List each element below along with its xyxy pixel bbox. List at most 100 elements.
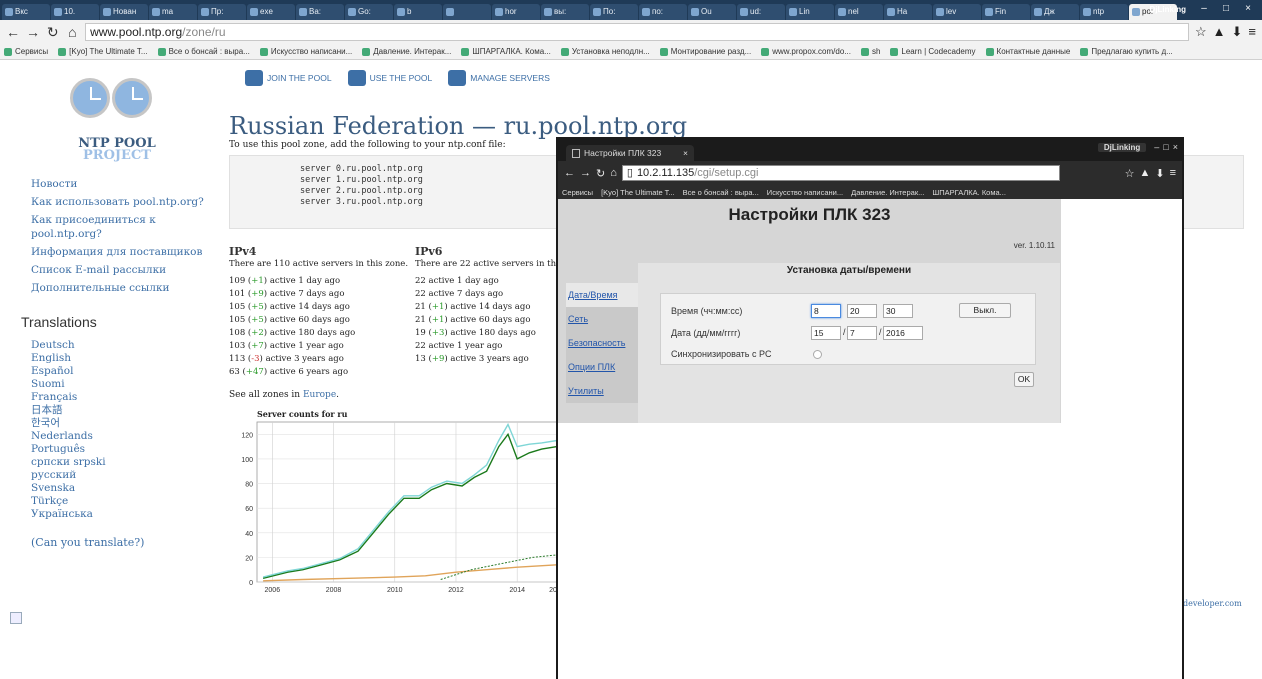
menu-item-datetime[interactable]: Дата/Время [566, 283, 638, 307]
language-link[interactable]: 한국어 [31, 417, 106, 430]
bookmark-item[interactable]: Искусство написани... [767, 188, 843, 197]
ok-button[interactable]: OK [1014, 372, 1034, 387]
bookmark-item[interactable]: ШПАРГАЛКА. Кома... [461, 47, 551, 56]
browser-tab[interactable]: ma [149, 4, 197, 20]
browser-tab[interactable]: По: [590, 4, 638, 20]
browser-tab[interactable] [443, 4, 491, 20]
forward-icon[interactable]: → [26, 24, 40, 40]
language-link[interactable]: Português [31, 443, 106, 456]
minutes-field[interactable]: 20 [847, 304, 877, 318]
menu-item-utilities[interactable]: Утилиты [566, 379, 638, 403]
extension-icon[interactable]: ▲ [1213, 24, 1226, 40]
bookmark-item[interactable]: Learn | Codecademy [890, 47, 976, 56]
browser-tab[interactable]: Fin [982, 4, 1030, 20]
browser-tab[interactable]: Нован [100, 4, 148, 20]
ntp-logo[interactable] [70, 78, 160, 120]
browser-tab[interactable]: Ва: [296, 4, 344, 20]
bookmark-item[interactable]: ШПАРГАЛКА. Кома... [932, 188, 1006, 197]
sidebar-link[interactable]: Как присоединиться к pool.ntp.org? [31, 213, 211, 241]
join-pool-link[interactable]: JOIN THE POOL [245, 70, 332, 86]
reload-icon[interactable]: ↻ [46, 24, 60, 41]
plc-url-field[interactable]: ▯ 10.2.11.135/cgi/setup.cgi [621, 165, 1060, 181]
browser-tab[interactable]: lev [933, 4, 981, 20]
download-icon[interactable]: ⬇ [1155, 167, 1164, 180]
menu-item-security[interactable]: Безопасность [566, 331, 638, 355]
browser-tab[interactable]: Пр: [198, 4, 246, 20]
plc-tab[interactable]: Настройки ПЛК 323 × [566, 145, 694, 161]
bookmark-item[interactable]: Установка неподлн... [560, 47, 650, 56]
language-link[interactable]: Español [31, 365, 106, 378]
menu-item-plc-options[interactable]: Опции ПЛК [566, 355, 638, 379]
maximize-icon[interactable]: □ [1163, 142, 1168, 152]
can-translate-link[interactable]: (Can you translate?) [31, 536, 144, 549]
bookmark-item[interactable]: [Kyo] The Ultimate T... [58, 47, 148, 56]
language-link[interactable]: Français [31, 391, 106, 404]
browser-tab[interactable]: Дж [1031, 4, 1079, 20]
browser-tab[interactable]: b [394, 4, 442, 20]
browser-tab[interactable]: nel [835, 4, 883, 20]
home-icon[interactable]: ⌂ [66, 24, 80, 40]
menu-icon[interactable]: ≡ [1170, 167, 1176, 179]
language-link[interactable]: русский [31, 469, 106, 482]
language-link[interactable]: 日本語 [31, 404, 106, 417]
home-icon[interactable]: ⌂ [610, 167, 617, 179]
profile-name[interactable]: DjLinking [1150, 5, 1186, 14]
sync-pc-radio[interactable] [813, 350, 822, 359]
bookmark-item[interactable]: Предлагаю купить д... [1080, 47, 1173, 56]
forward-icon[interactable]: → [580, 167, 591, 179]
sidebar-link[interactable]: Список E-mail рассылки [31, 263, 211, 277]
close-icon[interactable]: × [1173, 142, 1178, 152]
bookmark-item[interactable]: Сервисы [4, 47, 48, 56]
language-link[interactable]: English [31, 352, 106, 365]
bookmark-item[interactable]: Сервисы [562, 188, 593, 197]
close-icon[interactable]: × [1238, 2, 1258, 16]
download-icon[interactable]: ⬇ [1232, 24, 1243, 40]
seconds-field[interactable]: 30 [883, 304, 913, 318]
language-link[interactable]: Türkçe [31, 495, 106, 508]
sidebar-link[interactable]: Как использовать pool.ntp.org? [31, 195, 211, 209]
browser-tab[interactable]: по: [639, 4, 687, 20]
back-icon[interactable]: ← [564, 167, 575, 179]
menu-item-network[interactable]: Сеть [566, 307, 638, 331]
minimize-icon[interactable]: – [1194, 2, 1214, 16]
bookmark-item[interactable]: Все о бонсай : выра... [683, 188, 759, 197]
browser-tab[interactable]: вы: [541, 4, 589, 20]
language-link[interactable]: српски srpski [31, 456, 106, 469]
browser-tab[interactable]: ud: [737, 4, 785, 20]
browser-tab[interactable]: hor [492, 4, 540, 20]
bookmark-item[interactable]: Все о бонсай : выра... [157, 47, 250, 56]
language-link[interactable]: Svenska [31, 482, 106, 495]
back-icon[interactable]: ← [6, 24, 20, 40]
sidebar-link[interactable]: Дополнительные ссылки [31, 281, 211, 295]
reload-icon[interactable]: ↻ [596, 167, 605, 180]
footer-link[interactable]: developer.com [1183, 599, 1242, 608]
minimize-icon[interactable]: – [1154, 142, 1159, 152]
browser-tab[interactable]: Lin [786, 4, 834, 20]
browser-tab[interactable]: 10. [51, 4, 99, 20]
bookmark-item[interactable]: sh [860, 47, 880, 56]
extension-icon[interactable]: ▲ [1139, 167, 1150, 179]
logo-text[interactable]: NTP POOL PROJECT [62, 137, 172, 162]
language-link[interactable]: Suomi [31, 378, 106, 391]
bookmark-item[interactable]: Искусство написани... [259, 47, 352, 56]
month-field[interactable]: 7 [847, 326, 877, 340]
browser-tab[interactable]: ntp [1080, 4, 1128, 20]
bookmark-item[interactable]: Контактные данные [985, 47, 1070, 56]
use-pool-link[interactable]: USE THE POOL [347, 70, 432, 86]
year-field[interactable]: 2016 [883, 326, 923, 340]
browser-tab[interactable]: На [884, 4, 932, 20]
profile-name[interactable]: DjLinking [1097, 142, 1147, 152]
browser-tab[interactable]: Вкс [2, 4, 50, 20]
bookmark-item[interactable]: [Kyo] The Ultimate T... [601, 188, 675, 197]
url-field[interactable]: www.pool.ntp.org/zone/ru [85, 23, 1189, 41]
bookmark-item[interactable]: www.propox.com/do... [761, 47, 851, 56]
star-icon[interactable]: ☆ [1125, 167, 1135, 180]
star-icon[interactable]: ☆ [1195, 24, 1207, 40]
sidebar-link[interactable]: Новости [31, 177, 211, 191]
browser-tab[interactable]: Ou [688, 4, 736, 20]
day-field[interactable]: 15 [811, 326, 841, 340]
europe-link[interactable]: Europe [303, 390, 336, 400]
sidebar-link[interactable]: Информация для поставщиков [31, 245, 211, 259]
bookmark-item[interactable]: Давление. Интерак... [851, 188, 924, 197]
language-link[interactable]: Українська [31, 508, 106, 521]
